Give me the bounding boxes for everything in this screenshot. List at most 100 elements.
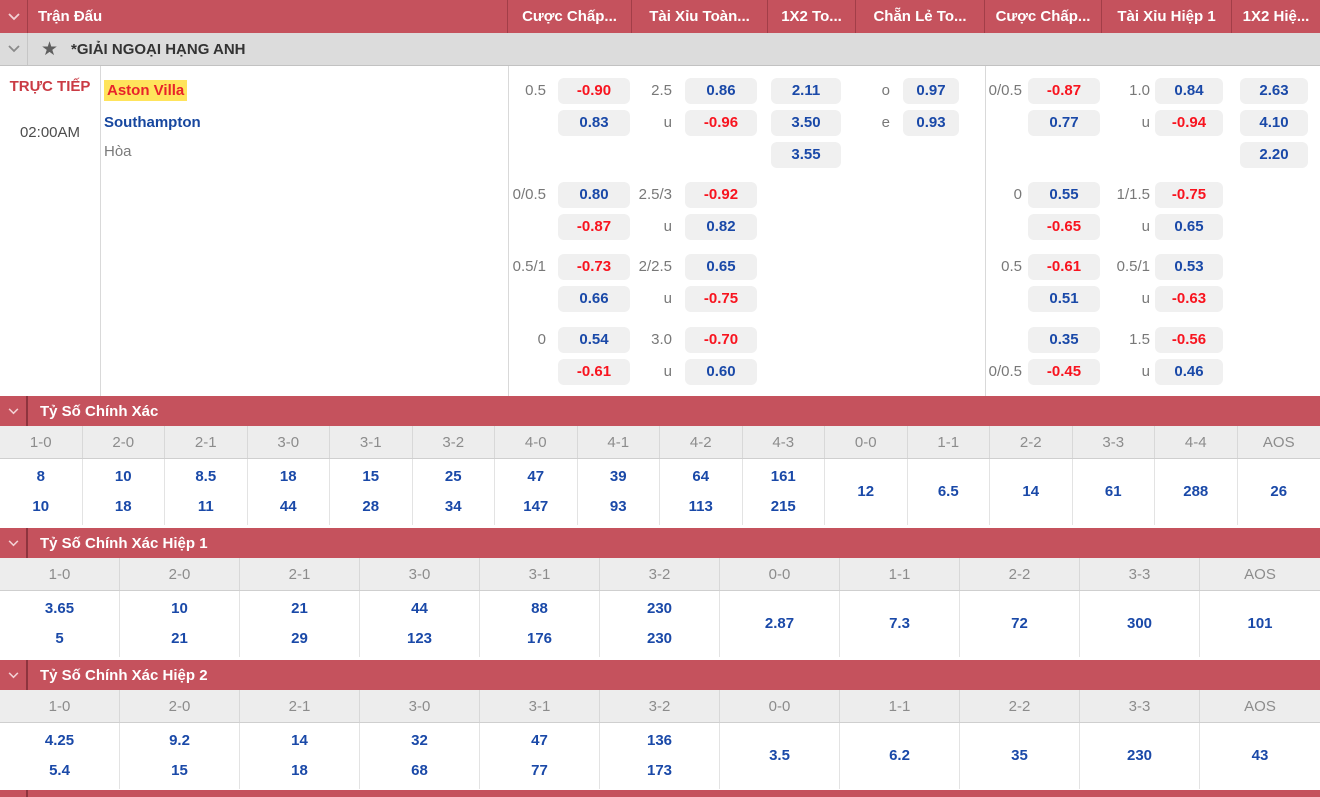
header-column-1x2-h1[interactable]: 1X2 Hiệ... [1232, 0, 1320, 33]
odds-pill[interactable]: 0.53 [1155, 254, 1223, 280]
score-odds-value[interactable]: 6.5 [938, 482, 959, 502]
odds-pill[interactable]: 0.93 [903, 110, 959, 136]
score-odds-value[interactable]: 64 [692, 467, 709, 487]
score-odds-value[interactable]: 18 [280, 467, 297, 487]
odds-pill[interactable]: -0.61 [1028, 254, 1100, 280]
chevron-down-icon[interactable] [0, 396, 28, 426]
score-odds-value[interactable]: 44 [411, 599, 428, 619]
odds-pill[interactable]: 0.55 [1028, 182, 1100, 208]
score-odds-value[interactable]: 176 [527, 629, 552, 649]
score-odds-value[interactable]: 21 [171, 629, 188, 649]
score-odds-value[interactable]: 47 [527, 467, 544, 487]
odds-pill[interactable]: 0.35 [1028, 327, 1100, 353]
score-odds-value[interactable]: 4.25 [45, 731, 74, 751]
score-odds-value[interactable]: 14 [1022, 482, 1039, 502]
score-odds-value[interactable]: 10 [171, 599, 188, 619]
score-odds-value[interactable]: 29 [291, 629, 308, 649]
score-odds-value[interactable]: 300 [1127, 614, 1152, 634]
score-odds-value[interactable]: 43 [1252, 746, 1269, 766]
header-column-handicap-h1[interactable]: Cược Chấp... [985, 0, 1102, 33]
odds-pill[interactable]: -0.90 [558, 78, 630, 104]
score-odds-value[interactable]: 3.5 [769, 746, 790, 766]
score-odds-value[interactable]: 8.5 [195, 467, 216, 487]
odds-pill[interactable]: -0.45 [1028, 359, 1100, 385]
odds-pill[interactable]: 2.20 [1240, 142, 1308, 168]
chevron-down-icon[interactable] [0, 660, 28, 690]
odds-pill[interactable]: -0.70 [685, 327, 757, 353]
score-odds-value[interactable]: 18 [291, 761, 308, 781]
odds-pill[interactable]: 4.10 [1240, 110, 1308, 136]
chevron-down-icon[interactable] [0, 528, 28, 558]
score-odds-value[interactable]: 113 [689, 497, 713, 517]
odds-pill[interactable]: 2.63 [1240, 78, 1308, 104]
odds-pill[interactable]: 0.60 [685, 359, 757, 385]
header-column-handicap-ft[interactable]: Cược Chấp... [508, 0, 632, 33]
odds-pill[interactable]: -0.87 [558, 214, 630, 240]
star-icon[interactable]: ★ [41, 40, 58, 59]
score-odds-value[interactable]: 161 [771, 467, 796, 487]
odds-pill[interactable]: -0.92 [685, 182, 757, 208]
odds-pill[interactable]: -0.94 [1155, 110, 1223, 136]
odds-pill[interactable]: -0.61 [558, 359, 630, 385]
score-odds-value[interactable]: 88 [531, 599, 548, 619]
odds-pill[interactable]: -0.96 [685, 110, 757, 136]
score-odds-value[interactable]: 61 [1105, 482, 1122, 502]
score-odds-value[interactable]: 11 [198, 497, 214, 517]
score-odds-value[interactable]: 2.87 [765, 614, 794, 634]
score-odds-value[interactable]: 230 [647, 629, 672, 649]
chevron-down-icon[interactable] [0, 33, 28, 65]
score-odds-value[interactable]: 288 [1183, 482, 1208, 502]
score-odds-value[interactable]: 5.4 [49, 761, 70, 781]
score-odds-value[interactable]: 39 [610, 467, 627, 487]
header-column-match[interactable]: Trận Đấu [28, 0, 508, 33]
odds-pill[interactable]: 0.83 [558, 110, 630, 136]
odds-pill[interactable]: -0.56 [1155, 327, 1223, 353]
score-odds-value[interactable]: 15 [362, 467, 379, 487]
score-odds-value[interactable]: 10 [115, 467, 132, 487]
header-column-overunder-h1[interactable]: Tài Xỉu Hiệp 1 [1102, 0, 1232, 33]
score-odds-value[interactable]: 21 [291, 599, 308, 619]
header-column-1x2-ft[interactable]: 1X2 To... [768, 0, 856, 33]
score-odds-value[interactable]: 93 [610, 497, 627, 517]
score-odds-value[interactable]: 7.3 [889, 614, 910, 634]
score-odds-value[interactable]: 136 [647, 731, 672, 751]
odds-pill[interactable]: -0.63 [1155, 286, 1223, 312]
score-odds-value[interactable]: 6.2 [889, 746, 910, 766]
score-odds-value[interactable]: 5 [55, 629, 63, 649]
odds-pill[interactable]: -0.65 [1028, 214, 1100, 240]
score-odds-value[interactable]: 18 [115, 497, 132, 517]
odds-pill[interactable]: 0.97 [903, 78, 959, 104]
score-odds-value[interactable]: 28 [362, 497, 379, 517]
odds-pill[interactable]: -0.75 [685, 286, 757, 312]
score-odds-value[interactable]: 44 [280, 497, 297, 517]
score-odds-value[interactable]: 26 [1270, 482, 1287, 502]
score-odds-value[interactable]: 68 [411, 761, 428, 781]
chevron-down-icon[interactable] [0, 0, 28, 33]
score-odds-value[interactable]: 230 [647, 599, 672, 619]
odds-pill[interactable]: 0.65 [685, 254, 757, 280]
score-odds-value[interactable]: 32 [411, 731, 428, 751]
odds-pill[interactable]: 0.77 [1028, 110, 1100, 136]
odds-pill[interactable]: 0.66 [558, 286, 630, 312]
score-odds-value[interactable]: 9.2 [169, 731, 190, 751]
odds-pill[interactable]: 0.65 [1155, 214, 1223, 240]
odds-pill[interactable]: 0.46 [1155, 359, 1223, 385]
score-odds-value[interactable]: 3.65 [45, 599, 74, 619]
score-odds-value[interactable]: 72 [1011, 614, 1028, 634]
odds-pill[interactable]: 3.50 [771, 110, 841, 136]
score-odds-value[interactable]: 77 [531, 761, 548, 781]
odds-pill[interactable]: 0.54 [558, 327, 630, 353]
score-odds-value[interactable]: 173 [647, 761, 672, 781]
odds-pill[interactable]: 0.51 [1028, 286, 1100, 312]
header-column-overunder-ft[interactable]: Tài Xỉu Toàn... [632, 0, 768, 33]
header-column-oddeven-ft[interactable]: Chẵn Lẻ To... [856, 0, 985, 33]
score-odds-value[interactable]: 25 [445, 467, 462, 487]
score-odds-value[interactable]: 15 [171, 761, 188, 781]
odds-pill[interactable]: 3.55 [771, 142, 841, 168]
score-odds-value[interactable]: 8 [37, 467, 45, 487]
score-odds-value[interactable]: 215 [771, 497, 796, 517]
odds-pill[interactable]: -0.87 [1028, 78, 1100, 104]
odds-pill[interactable]: -0.75 [1155, 182, 1223, 208]
score-odds-value[interactable]: 47 [531, 731, 548, 751]
score-odds-value[interactable]: 34 [445, 497, 462, 517]
